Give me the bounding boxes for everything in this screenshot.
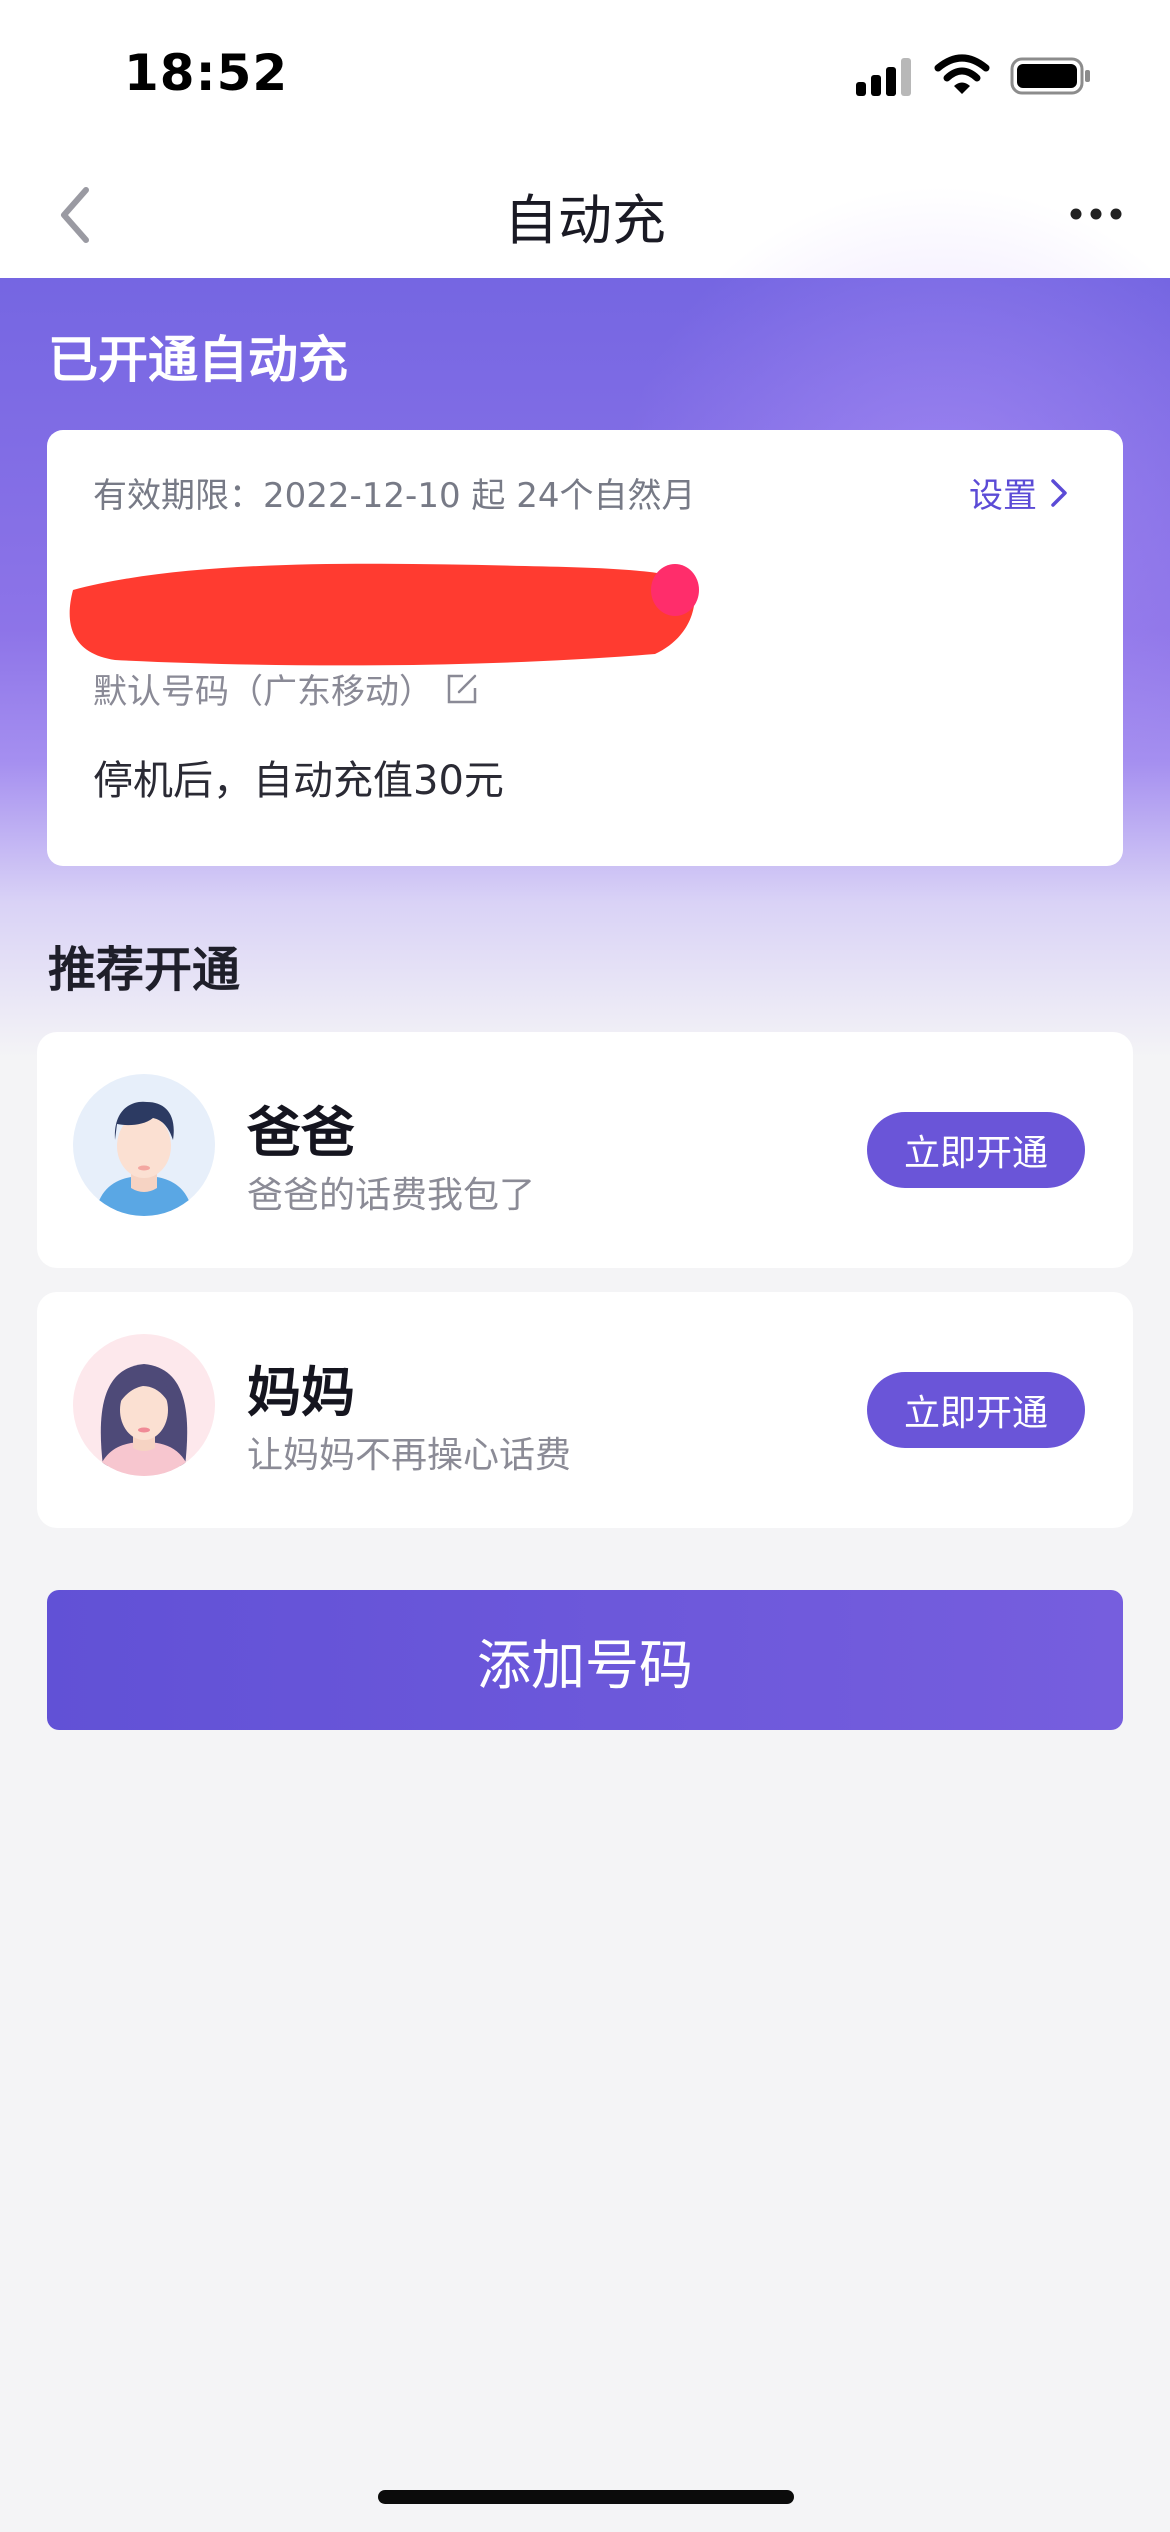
home-indicator[interactable] — [378, 2490, 794, 2504]
battery-icon — [1010, 57, 1090, 95]
open-now-button-mom[interactable]: 立即开通 — [867, 1372, 1085, 1448]
active-autorecharge-card: 有效期限：2022-12-10 起 24个自然月 设置 默认号码（广东移动） 停… — [47, 430, 1123, 866]
recommend-name: 爸爸 — [247, 1101, 355, 1164]
recommend-desc: 让妈妈不再操心话费 — [247, 1435, 572, 1476]
add-number-button[interactable]: 添加号码 — [47, 1590, 1123, 1730]
wifi-icon — [934, 54, 990, 94]
redaction-scribble — [69, 563, 699, 666]
recommend-card-mom: 妈妈 让妈妈不再操心话费 立即开通 — [37, 1292, 1133, 1528]
mom-avatar-icon — [73, 1334, 215, 1476]
recommend-section-title: 推荐开通 — [48, 942, 241, 998]
mom-avatar — [73, 1334, 215, 1476]
chevron-right-icon — [1051, 478, 1067, 507]
open-now-button-dad[interactable]: 立即开通 — [867, 1112, 1085, 1188]
recommend-card-dad: 爸爸 爸爸的话费我包了 立即开通 — [37, 1032, 1133, 1268]
dad-avatar — [73, 1074, 215, 1216]
dad-avatar-icon — [73, 1074, 215, 1216]
validity-period: 有效期限：2022-12-10 起 24个自然月 — [93, 476, 696, 516]
status-bar: 18:52 — [0, 0, 1170, 150]
recommend-desc: 爸爸的话费我包了 — [247, 1175, 536, 1216]
status-time: 18:52 — [124, 44, 289, 102]
recharge-rule: 停机后，自动充值30元 — [93, 758, 504, 804]
recommend-name: 妈妈 — [247, 1361, 355, 1424]
page: 18:52 自动充 已开通自动充 有效期限：2022-12-10 起 24个自然… — [0, 0, 1170, 2532]
settings-button[interactable]: 设置 — [969, 468, 1071, 517]
active-section-title: 已开通自动充 — [48, 331, 348, 389]
cellular-signal-icon — [856, 58, 911, 96]
edit-icon[interactable] — [445, 672, 479, 706]
settings-label: 设置 — [969, 476, 1037, 516]
